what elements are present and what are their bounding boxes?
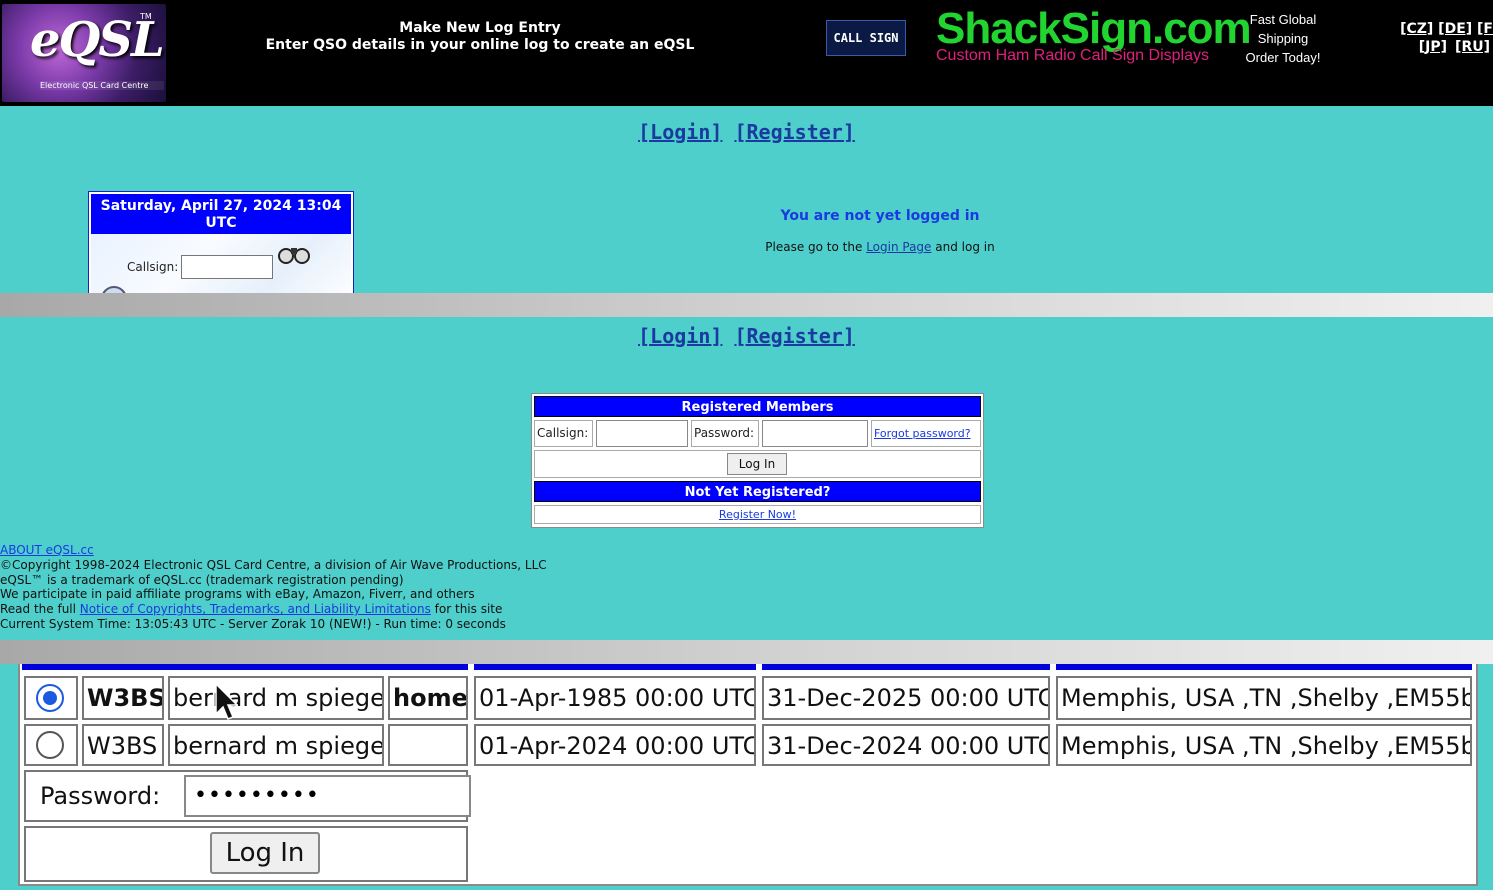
notice-link[interactable]: Notice of Copyrights, Trademarks, and Li…	[80, 602, 431, 616]
header-strip	[474, 664, 756, 670]
callsign-lookup-box: Saturday, April 27, 2024 13:04 UTC Calls…	[88, 191, 354, 293]
register-now-row: Register Now!	[534, 505, 981, 524]
ad-shipping-line-2: Shipping	[1257, 31, 1309, 46]
login-form: Registered Members Callsign: Password: F…	[531, 393, 984, 528]
not-logged-in-message: You are not yet logged in	[780, 208, 980, 224]
copyright-text: ©Copyright 1998-2024 Electronic QSL Card…	[0, 557, 547, 572]
current-tz: UTC	[205, 215, 237, 231]
account-name: bernard m spiegel	[168, 676, 384, 720]
account-nickname	[388, 724, 468, 766]
auth-links-2: [Login] [Register]	[0, 324, 1493, 348]
forgot-password-link[interactable]: Forgot password?	[874, 427, 971, 440]
register-link[interactable]: [Register]	[734, 120, 854, 144]
credentials-row: Callsign: Password: Forgot password?	[534, 420, 981, 447]
callsign-input[interactable]	[596, 420, 688, 447]
account-location: Memphis, USA ,TN ,Shelby ,EM55bc	[1056, 676, 1472, 720]
registered-members-header: Registered Members	[534, 396, 981, 417]
language-links: [CZ] [DE] [F [JP] [RU]	[1392, 20, 1493, 56]
account-radio-2[interactable]	[36, 731, 64, 759]
login-page: [Login] [Register] Registered Members Ca…	[0, 317, 1493, 640]
login-instruction-post: and log in	[931, 240, 995, 254]
password-label-large: Password:	[40, 782, 161, 810]
lookup-callsign-label: Callsign:	[127, 260, 179, 274]
account-nickname: home	[388, 676, 468, 720]
notice-line: Read the full Notice of Copyrights, Trad…	[0, 602, 700, 617]
register-link-2[interactable]: [Register]	[734, 324, 854, 348]
system-time-text: Current System Time: 13:05:43 UTC - Serv…	[0, 616, 506, 631]
top-banner: eQSL TM Electronic QSL Card Centre Make …	[0, 0, 1493, 106]
trademark-text: eQSL™ is a trademark of eQSL.cc (tradema…	[0, 572, 404, 587]
lang-cz-link[interactable]: [CZ]	[1400, 20, 1433, 38]
account-start: 01-Apr-2024 00:00 UTC	[474, 724, 756, 766]
panel-divider-2	[0, 640, 1493, 664]
binoculars-icon[interactable]	[277, 242, 311, 272]
ad-tagline[interactable]: Custom Ham Radio Call Sign Displays	[936, 47, 1209, 65]
header-strip	[1056, 664, 1472, 670]
login-button[interactable]: Log In	[727, 453, 787, 475]
account-start: 01-Apr-1985 00:00 UTC	[474, 676, 756, 720]
lang-jp-link[interactable]: [JP]	[1419, 38, 1447, 56]
forgot-password-cell: Forgot password?	[871, 420, 981, 447]
logo-subtitle: Electronic QSL Card Centre	[40, 81, 164, 90]
header-strip	[22, 664, 468, 670]
affiliate-text: We participate in paid affiliate program…	[0, 587, 475, 602]
ad-shipping-line-3: Order Today!	[1245, 50, 1321, 65]
mouse-cursor-icon	[215, 682, 238, 720]
header-strip	[762, 664, 1050, 670]
lang-ru-link[interactable]: [RU]	[1455, 38, 1490, 56]
account-radio-1[interactable]	[36, 684, 64, 712]
date-header: Saturday, April 27, 2024 13:04 UTC	[91, 194, 351, 234]
account-end: 31-Dec-2024 00:00 UTC	[762, 724, 1050, 766]
lookup-body: Callsign:	[91, 234, 351, 293]
heading-line-1: Make New Log Entry	[399, 20, 561, 36]
page-heading: Make New Log Entry Enter QSO details in …	[240, 20, 720, 54]
panel-divider-1	[0, 293, 1493, 317]
notice-post: for this site	[430, 602, 503, 617]
ad-shipping-line-1: Fast Global	[1249, 12, 1317, 27]
account-name: bernard m spiegel	[168, 724, 384, 766]
ad-shipping[interactable]: Fast Global Shipping Order Today!	[1240, 10, 1326, 67]
login-page-link[interactable]: Login Page	[866, 240, 931, 254]
login-button-row: Log In	[534, 450, 981, 478]
account-location: Memphis, USA ,TN ,Shelby ,EM55bc	[1056, 724, 1472, 766]
login-link[interactable]: [Login]	[638, 120, 722, 144]
login-button-large[interactable]: Log In	[210, 832, 320, 874]
login-required-page: eQSL TM Electronic QSL Card Centre Make …	[0, 0, 1493, 293]
callsign-ad-logo[interactable]: CALL SIGN	[826, 20, 906, 56]
about-link[interactable]: ABOUT eQSL.cc	[0, 543, 94, 557]
eqsl-logo[interactable]: eQSL TM Electronic QSL Card Centre	[2, 4, 166, 102]
footer: ABOUT eQSL.cc ©Copyright 1998-2024 Elect…	[0, 543, 700, 632]
account-end: 31-Dec-2025 00:00 UTC	[762, 676, 1050, 720]
lang-de-link[interactable]: [DE]	[1438, 20, 1472, 38]
password-input[interactable]	[762, 420, 868, 447]
logo-tm: TM	[140, 12, 152, 21]
auth-links: [Login] [Register]	[0, 120, 1493, 144]
account-callsign: W3BS	[82, 724, 164, 766]
heading-line-2: Enter QSO details in your online log to …	[265, 37, 695, 53]
lookup-callsign-input[interactable]	[181, 255, 273, 279]
login-link-2[interactable]: [Login]	[638, 324, 722, 348]
radio-cell	[24, 676, 78, 720]
callsign-label: Callsign:	[534, 420, 593, 447]
globe-icon	[101, 286, 127, 293]
login-instruction-pre: Please go to the	[765, 240, 867, 254]
not-registered-header: Not Yet Registered?	[534, 481, 981, 502]
radio-cell	[24, 724, 78, 766]
login-instruction: Please go to the Login Page and log in	[680, 240, 1080, 254]
current-date: Saturday, April 27, 2024 13:04	[100, 198, 342, 214]
notice-pre: Read the full	[0, 602, 80, 617]
account-callsign: W3BS	[82, 676, 164, 720]
password-label: Password:	[691, 420, 759, 447]
register-now-link[interactable]: Register Now!	[719, 508, 796, 521]
lang-fr-link[interactable]: [F	[1477, 20, 1493, 38]
password-input-large[interactable]: •••••••••	[184, 775, 471, 817]
